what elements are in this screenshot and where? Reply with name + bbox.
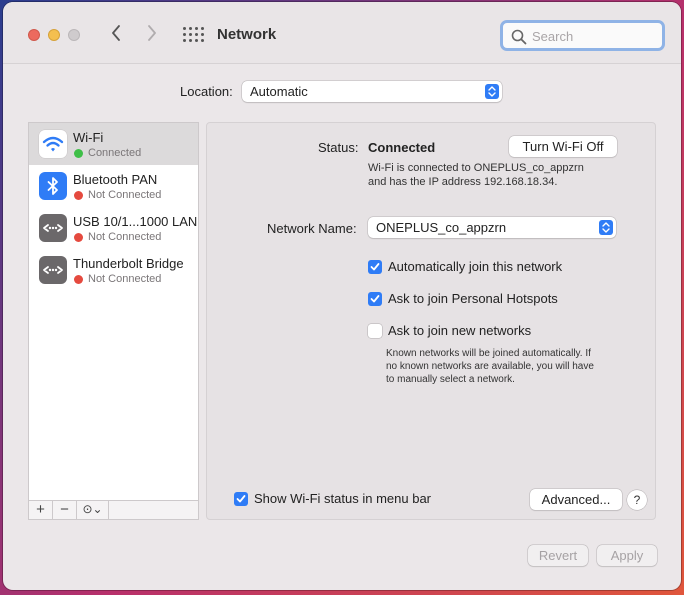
service-item-thunderbolt-bridge[interactable]: Thunderbolt Bridge Not Connected: [29, 249, 198, 291]
revert-button[interactable]: Revert: [528, 545, 588, 566]
service-name: Wi-Fi: [73, 130, 104, 145]
status-description-line2: and has the IP address 192.168.18.34.: [368, 176, 558, 188]
show-status-checkbox[interactable]: [234, 492, 248, 506]
location-label: Location:: [180, 84, 233, 99]
ethernet-icon: [39, 214, 67, 242]
service-name: Thunderbolt Bridge: [73, 256, 184, 271]
title-bar: Network: [3, 2, 681, 64]
known-networks-desc-line1: Known networks will be joined automatica…: [386, 348, 591, 359]
search-input[interactable]: [532, 27, 652, 45]
network-preferences-window: Network Location: Automatic Wi-Fi Connec…: [3, 2, 681, 590]
zoom-window-button[interactable]: [68, 29, 80, 41]
known-networks-desc-line3: to manually select a network.: [386, 374, 515, 385]
search-icon: [511, 29, 527, 45]
wifi-icon: [39, 130, 67, 158]
network-name-value: ONEPLUS_co_appzrn: [376, 220, 507, 235]
service-status: Not Connected: [88, 231, 162, 243]
checkmark-icon: [370, 263, 380, 271]
service-item-wifi[interactable]: Wi-Fi Connected: [29, 123, 198, 165]
chevron-right-icon: [148, 25, 156, 41]
location-popup[interactable]: Automatic: [242, 81, 502, 102]
service-item-usb-lan[interactable]: USB 10/1...1000 LAN Not Connected: [29, 207, 198, 249]
status-label: Status:: [318, 140, 359, 155]
wifi-detail-panel: Status: Connected Turn Wi-Fi Off Wi-Fi i…: [206, 122, 656, 520]
service-name: USB 10/1...1000 LAN: [73, 214, 198, 229]
turn-wifi-off-button[interactable]: Turn Wi-Fi Off: [509, 136, 617, 157]
forward-button[interactable]: [141, 22, 163, 46]
window-title: Network: [217, 26, 277, 43]
chevron-left-icon: [112, 25, 120, 41]
add-service-button[interactable]: +: [29, 501, 53, 519]
network-name-popup[interactable]: ONEPLUS_co_appzrn: [368, 217, 616, 238]
status-dot: [74, 149, 83, 158]
show-all-grid-icon[interactable]: [183, 27, 204, 43]
status-dot: [74, 191, 83, 200]
service-status: Not Connected: [88, 273, 162, 285]
back-button[interactable]: [105, 22, 127, 46]
status-description-line1: Wi-Fi is connected to ONEPLUS_co_appzrn: [368, 162, 584, 174]
remove-service-button[interactable]: −: [53, 501, 77, 519]
checkmark-icon: [370, 295, 380, 303]
popup-arrows-icon: [599, 220, 613, 235]
ethernet-icon: [39, 256, 67, 284]
checkmark-icon: [236, 495, 246, 503]
network-name-label: Network Name:: [267, 221, 357, 236]
ask-hotspots-checkbox[interactable]: [368, 292, 382, 306]
ask-new-networks-checkbox[interactable]: [368, 324, 382, 338]
auto-join-checkbox[interactable]: [368, 260, 382, 274]
auto-join-label[interactable]: Automatically join this network: [388, 259, 562, 274]
status-dot: [74, 233, 83, 242]
location-value: Automatic: [250, 84, 308, 99]
show-status-label[interactable]: Show Wi-Fi status in menu bar: [254, 491, 431, 506]
service-name: Bluetooth PAN: [73, 172, 158, 187]
service-list: Wi-Fi Connected Bluetooth PAN Not Connec…: [28, 122, 199, 520]
popup-arrows-icon: [485, 84, 499, 99]
service-list-toolbar: + − ⊙⌄: [28, 500, 199, 520]
status-value: Connected: [368, 140, 436, 155]
service-status: Not Connected: [88, 189, 162, 201]
search-field[interactable]: [500, 20, 665, 51]
help-button[interactable]: ?: [627, 490, 647, 510]
ask-new-networks-label[interactable]: Ask to join new networks: [388, 323, 531, 338]
ask-hotspots-label[interactable]: Ask to join Personal Hotspots: [388, 291, 558, 306]
service-status: Connected: [88, 147, 142, 159]
status-dot: [74, 275, 83, 284]
known-networks-desc-line2: no known networks are available, you wil…: [386, 361, 594, 372]
service-item-bluetooth-pan[interactable]: Bluetooth PAN Not Connected: [29, 165, 198, 207]
minimize-window-button[interactable]: [48, 29, 60, 41]
advanced-button[interactable]: Advanced...: [530, 489, 622, 510]
close-window-button[interactable]: [28, 29, 40, 41]
bluetooth-icon: [39, 172, 67, 200]
apply-button[interactable]: Apply: [597, 545, 657, 566]
action-menu-button[interactable]: ⊙⌄: [77, 501, 109, 519]
